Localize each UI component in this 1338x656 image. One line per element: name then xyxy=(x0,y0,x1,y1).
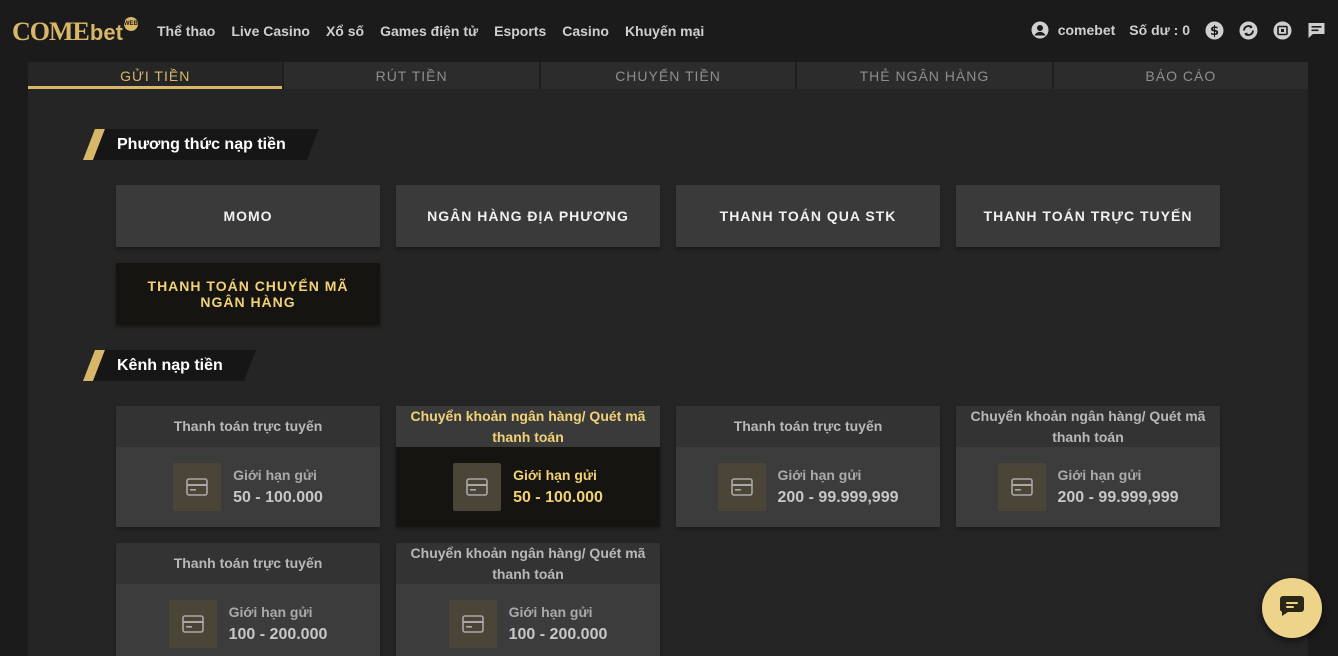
nav-lottery[interactable]: Xổ số xyxy=(326,23,364,39)
tab-withdraw[interactable]: RÚT TIỀN xyxy=(284,62,541,89)
limit-label: Giới hạn gửi xyxy=(228,604,313,620)
limit-label: Giới hạn gửi xyxy=(508,604,593,620)
nav-casino[interactable]: Casino xyxy=(562,23,609,39)
method-bank-code-transfer[interactable]: THANH TOÁN CHUYỂN MÃ NGÂN HÀNG xyxy=(116,263,380,325)
limit-range: 200 - 99.999,999 xyxy=(777,489,899,506)
logo-come: COME xyxy=(12,17,90,46)
channel-title: Chuyển khoản ngân hàng/ Quét mã thanh to… xyxy=(396,406,660,447)
channel-title: Thanh toán trực tuyến xyxy=(116,543,380,584)
user-icon xyxy=(1030,20,1050,40)
channels-section-title: Kênh nạp tiền xyxy=(83,350,263,381)
limit-range: 50 - 100.000 xyxy=(513,489,603,506)
channel-title: Thanh toán trực tuyến xyxy=(676,406,940,447)
top-bar: COME bet WEB Thể thao Live Casino Xổ số … xyxy=(0,0,1338,62)
balance: Số dư : 0 xyxy=(1129,22,1190,38)
card-icon xyxy=(717,463,766,511)
card-icon xyxy=(168,600,217,648)
nav-slot-games[interactable]: Games điện tử xyxy=(380,23,478,39)
chat-icon xyxy=(1279,595,1305,622)
user-area: comebet Số dư : 0 $ xyxy=(1030,20,1326,40)
limit-range: 200 - 99.999,999 xyxy=(1057,489,1179,506)
wallet-tabs: GỬI TIỀN RÚT TIỀN CHUYỂN TIỀN THẺ NGÂN H… xyxy=(28,62,1308,89)
nav-esports[interactable]: Esports xyxy=(494,23,546,39)
limit-label: Giới hạn gửi xyxy=(777,467,862,483)
logo-badge: WEB xyxy=(123,17,138,31)
method-local-bank[interactable]: NGÂN HÀNG ĐỊA PHƯƠNG xyxy=(396,185,660,247)
nav-live-casino[interactable]: Live Casino xyxy=(231,23,310,39)
main-nav: Thể thao Live Casino Xổ số Games điện tử… xyxy=(157,23,704,39)
nav-promotions[interactable]: Khuyến mại xyxy=(625,23,704,39)
limit-label: Giới hạn gửi xyxy=(1057,467,1142,483)
card-icon xyxy=(453,463,502,511)
tab-report[interactable]: BÁO CÁO xyxy=(1054,62,1308,89)
limit-label: Giới hạn gửi xyxy=(513,467,597,483)
card-icon xyxy=(997,463,1046,511)
channel-card-selected[interactable]: Chuyển khoản ngân hàng/ Quét mã thanh to… xyxy=(396,406,660,527)
methods-section-title: Phương thức nạp tiền xyxy=(83,129,323,160)
method-online-payment[interactable]: THANH TOÁN TRỰC TUYẾN xyxy=(956,185,1220,247)
dollar-icon[interactable]: $ xyxy=(1204,20,1224,40)
channel-title: Chuyển khoản ngân hàng/ Quét mã thanh to… xyxy=(396,543,660,584)
tab-transfer[interactable]: CHUYỂN TIỀN xyxy=(541,62,798,89)
channel-card[interactable]: Chuyển khoản ngân hàng/ Quét mã thanh to… xyxy=(396,543,660,656)
svg-text:$: $ xyxy=(1209,24,1218,39)
card-icon xyxy=(448,600,497,648)
deposit-panel: Phương thức nạp tiền MOMO NGÂN HÀNG ĐỊA … xyxy=(28,89,1308,656)
logo-bet: bet xyxy=(89,20,123,45)
limit-range: 100 - 200.000 xyxy=(228,626,328,643)
method-account-transfer[interactable]: THANH TOÁN QUA STK xyxy=(676,185,940,247)
username: comebet xyxy=(1057,22,1116,38)
limit-range: 100 - 200.000 xyxy=(508,626,608,643)
message-icon[interactable] xyxy=(1306,20,1326,40)
chat-button[interactable] xyxy=(1262,578,1322,638)
refresh-icon[interactable] xyxy=(1238,20,1258,40)
limit-label: Giới hạn gửi xyxy=(233,467,317,483)
card-icon xyxy=(173,463,222,511)
tab-deposit[interactable]: GỬI TIỀN xyxy=(28,62,285,89)
wallet-icon[interactable] xyxy=(1272,20,1292,40)
limit-range: 50 - 100.000 xyxy=(233,489,323,506)
user-menu[interactable]: comebet xyxy=(1030,20,1116,40)
channel-card[interactable]: Thanh toán trực tuyến Giới hạn gửi 50 - … xyxy=(116,406,380,527)
channel-card[interactable]: Thanh toán trực tuyến Giới hạn gửi 200 -… xyxy=(676,406,940,527)
method-momo[interactable]: MOMO xyxy=(116,185,380,247)
channel-title: Thanh toán trực tuyến xyxy=(116,406,380,447)
channel-title: Chuyển khoản ngân hàng/ Quét mã thanh to… xyxy=(956,406,1220,447)
tab-bank-card[interactable]: THẺ NGÂN HÀNG xyxy=(797,62,1054,89)
channel-card[interactable]: Chuyển khoản ngân hàng/ Quét mã thanh to… xyxy=(956,406,1220,527)
channel-card[interactable]: Thanh toán trực tuyến Giới hạn gửi 100 -… xyxy=(116,543,380,656)
logo[interactable]: COME bet WEB xyxy=(12,17,138,46)
nav-sports[interactable]: Thể thao xyxy=(157,23,215,39)
